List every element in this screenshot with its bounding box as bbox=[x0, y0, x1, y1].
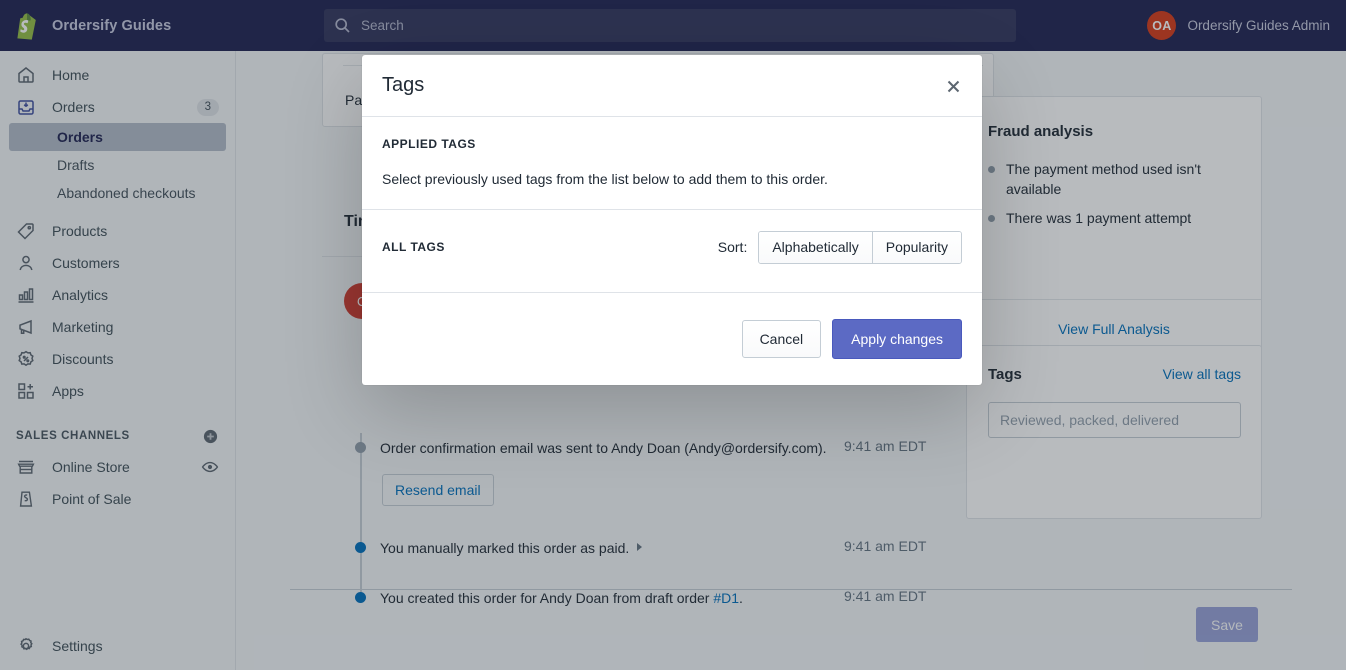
sort-button-group: Alphabetically Popularity bbox=[758, 230, 962, 264]
apply-changes-button[interactable]: Apply changes bbox=[832, 319, 962, 359]
applied-tags-section: APPLIED TAGS Select previously used tags… bbox=[362, 117, 982, 210]
sort-popularity-button[interactable]: Popularity bbox=[871, 231, 961, 263]
all-tags-label: ALL TAGS bbox=[382, 240, 445, 254]
tags-modal: Tags APPLIED TAGS Select previously used… bbox=[362, 55, 982, 385]
applied-tags-description: Select previously used tags from the lis… bbox=[382, 171, 828, 187]
modal-header: Tags bbox=[362, 55, 982, 117]
all-tags-section: ALL TAGS Sort: Alphabetically Popularity bbox=[362, 210, 982, 293]
close-icon[interactable] bbox=[938, 71, 968, 101]
sort-alphabetically-button[interactable]: Alphabetically bbox=[759, 231, 872, 263]
modal-title: Tags bbox=[382, 74, 425, 96]
applied-tags-label: APPLIED TAGS bbox=[382, 137, 476, 151]
modal-footer: Cancel Apply changes bbox=[362, 293, 982, 385]
sort-label: Sort: bbox=[717, 239, 748, 255]
cancel-button[interactable]: Cancel bbox=[741, 320, 822, 358]
sort-controls: Sort: Alphabetically Popularity bbox=[717, 230, 962, 264]
